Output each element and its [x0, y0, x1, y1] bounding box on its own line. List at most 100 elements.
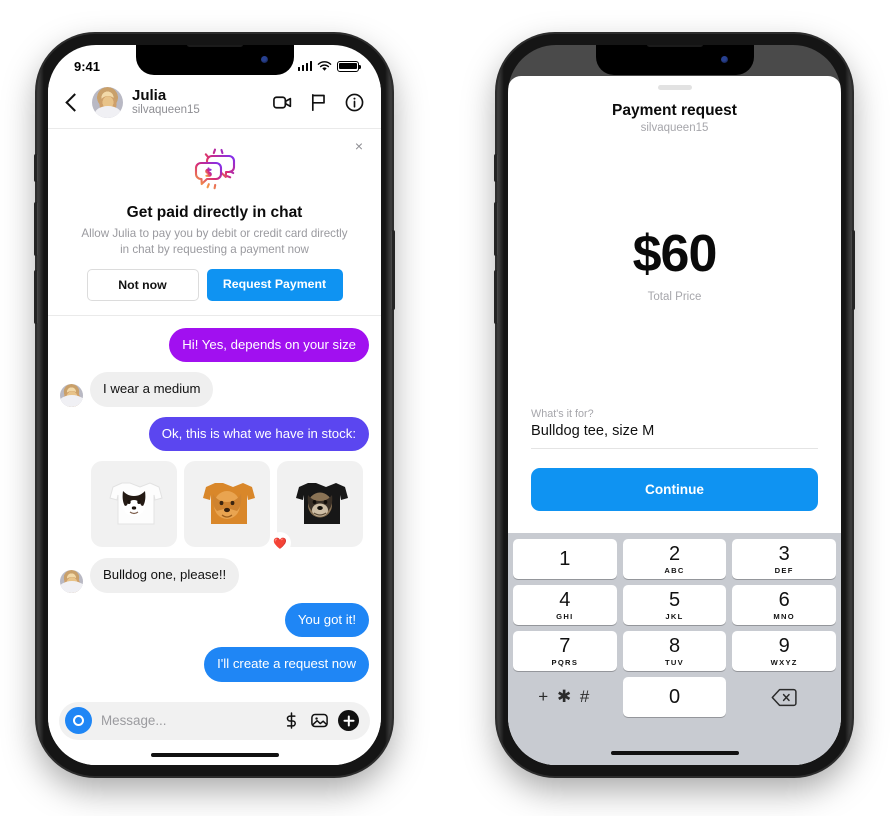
left-screen: 9:41 Julia silvaqueen15 × Get paid direc… — [48, 45, 381, 765]
power-button[interactable] — [851, 230, 855, 310]
key-7[interactable]: 7 PQRS — [513, 631, 617, 671]
key-digit: 3 — [778, 542, 790, 565]
message-row: Hi! Yes, depends on your size — [60, 327, 369, 363]
heart-reaction-icon[interactable]: ❤️ — [269, 532, 291, 555]
key-symbol-label: + ✱ # — [538, 687, 592, 706]
message-row: I wear a medium — [60, 372, 369, 407]
mute-switch[interactable] — [34, 154, 38, 182]
key-digit: 8 — [668, 634, 681, 657]
product-image-row: ❤️ — [60, 461, 369, 555]
not-now-button[interactable]: Not now — [86, 268, 199, 301]
volume-down-button[interactable] — [494, 270, 498, 324]
message-composer: Message... — [48, 693, 381, 765]
promo-subtitle: Allow Julia to pay you by debit or credi… — [81, 227, 348, 256]
message-bubble-outgoing[interactable]: Ok, this is what we have in stock: — [148, 416, 369, 452]
phone-left-chat: 9:41 Julia silvaqueen15 × Get paid direc… — [34, 34, 395, 776]
info-icon[interactable] — [344, 92, 365, 113]
key-6[interactable]: 6 MNO — [732, 585, 837, 625]
continue-button[interactable]: Continue — [531, 468, 818, 511]
plus-icon[interactable] — [338, 710, 359, 731]
message-bubble-incoming[interactable]: Bulldog one, please!! — [90, 558, 240, 593]
key-letters: GHI — [556, 611, 574, 621]
key-1[interactable]: 1 — [513, 539, 617, 579]
key-letters: JKL — [665, 611, 684, 621]
message-row: I'll create a request now — [60, 647, 369, 682]
key-letters: DEF — [774, 565, 794, 575]
contact-handle: silvaqueen15 — [132, 104, 200, 117]
status-indicators — [297, 60, 362, 72]
key-3[interactable]: 3 DEF — [732, 539, 837, 579]
key-5[interactable]: 5 JKL — [622, 585, 727, 625]
key-0[interactable]: 0 — [622, 677, 727, 717]
contact-identity[interactable]: Julia silvaqueen15 — [132, 86, 263, 118]
purpose-input[interactable]: Bulldog tee, size M — [531, 423, 818, 449]
key-2[interactable]: 2 ABC — [622, 539, 727, 579]
chat-bubbles-dollar-icon — [194, 148, 235, 190]
power-button[interactable] — [391, 230, 395, 310]
keypad-row: + ✱ # 0 — [513, 677, 836, 717]
key-digit: 7 — [559, 634, 571, 657]
amount-label: Total Price — [647, 291, 702, 304]
status-time: 9:41 — [74, 58, 101, 74]
home-indicator — [610, 750, 739, 755]
key-symbols[interactable]: + ✱ # — [513, 677, 617, 717]
product-thumb-golden-retriever-tee[interactable] — [184, 461, 270, 548]
key-digit: 9 — [778, 634, 790, 657]
chat-header: Julia silvaqueen15 — [48, 81, 381, 129]
golden-retriever-tee-image — [203, 483, 255, 525]
message-bubble-outgoing[interactable]: Hi! Yes, depends on your size — [169, 327, 369, 363]
request-payment-button[interactable]: Request Payment — [206, 268, 343, 301]
keypad-row: 1 2 ABC 3 DEF — [513, 539, 837, 579]
key-backspace[interactable] — [732, 677, 836, 717]
product-thumb-bulldog-tee[interactable]: ❤️ — [269, 461, 363, 555]
volume-up-button[interactable] — [34, 202, 38, 256]
sheet-subtitle: silvaqueen15 — [640, 121, 709, 134]
backspace-icon — [771, 688, 797, 706]
dollar-sign-icon[interactable] — [282, 711, 301, 730]
numeric-keypad: 1 2 ABC 3 DEF 4 GHI 5 JKL 6 MNO 7 PQRS 8… — [508, 533, 841, 765]
message-bubble-outgoing[interactable]: You got it! — [284, 602, 369, 638]
screenshot-stage: 9:41 Julia silvaqueen15 × Get paid direc… — [0, 0, 890, 816]
bulldog-tee-image — [296, 483, 348, 525]
sheet-grabber[interactable] — [657, 85, 692, 90]
key-digit: 4 — [559, 588, 571, 611]
purpose-label: What's it for? — [531, 408, 594, 420]
key-8[interactable]: 8 TUV — [622, 631, 727, 671]
key-digit: 0 — [668, 686, 681, 708]
message-input[interactable]: Message... — [101, 713, 273, 728]
home-indicator — [150, 752, 279, 757]
battery-full-icon — [337, 60, 362, 72]
key-letters: WXYZ — [770, 657, 798, 667]
message-bubble-incoming[interactable]: I wear a medium — [90, 372, 214, 407]
message-row: Bulldog one, please!! — [60, 558, 369, 593]
key-9[interactable]: 9 WXYZ — [732, 631, 837, 671]
purpose-field: What's it for? Bulldog tee, size M — [508, 408, 841, 449]
key-4[interactable]: 4 GHI — [513, 585, 617, 625]
payment-request-sheet: Payment request silvaqueen15 $60 Total P… — [508, 76, 841, 765]
promo-actions: Not now Request Payment — [72, 268, 357, 301]
keypad-row: 4 GHI 5 JKL 6 MNO — [513, 585, 837, 625]
right-screen: Payment request silvaqueen15 $60 Total P… — [508, 45, 841, 765]
key-letters: PQRS — [551, 657, 579, 667]
promo-title: Get paid directly in chat — [126, 204, 303, 221]
camera-icon[interactable] — [65, 707, 92, 734]
message-bubble-outgoing[interactable]: I'll create a request now — [204, 647, 369, 682]
video-call-icon[interactable] — [272, 92, 293, 113]
photo-icon[interactable] — [310, 711, 329, 730]
amount-value[interactable]: $60 — [633, 228, 718, 280]
flag-icon[interactable] — [308, 92, 329, 113]
bulldog-tee-clip — [277, 461, 363, 547]
volume-down-button[interactable] — [34, 270, 38, 324]
key-letters: TUV — [664, 657, 685, 667]
product-thumb-border-collie-tee[interactable] — [91, 461, 177, 548]
close-icon[interactable]: × — [351, 138, 367, 154]
header-actions — [272, 92, 365, 113]
volume-up-button[interactable] — [494, 202, 498, 256]
contact-name: Julia — [132, 86, 167, 104]
key-digit: 6 — [778, 588, 790, 611]
cellular-bars-icon — [297, 61, 312, 71]
contact-avatar[interactable] — [92, 87, 123, 118]
front-camera-icon — [720, 56, 728, 63]
mute-switch[interactable] — [494, 154, 498, 182]
chevron-left-icon[interactable] — [61, 92, 83, 114]
